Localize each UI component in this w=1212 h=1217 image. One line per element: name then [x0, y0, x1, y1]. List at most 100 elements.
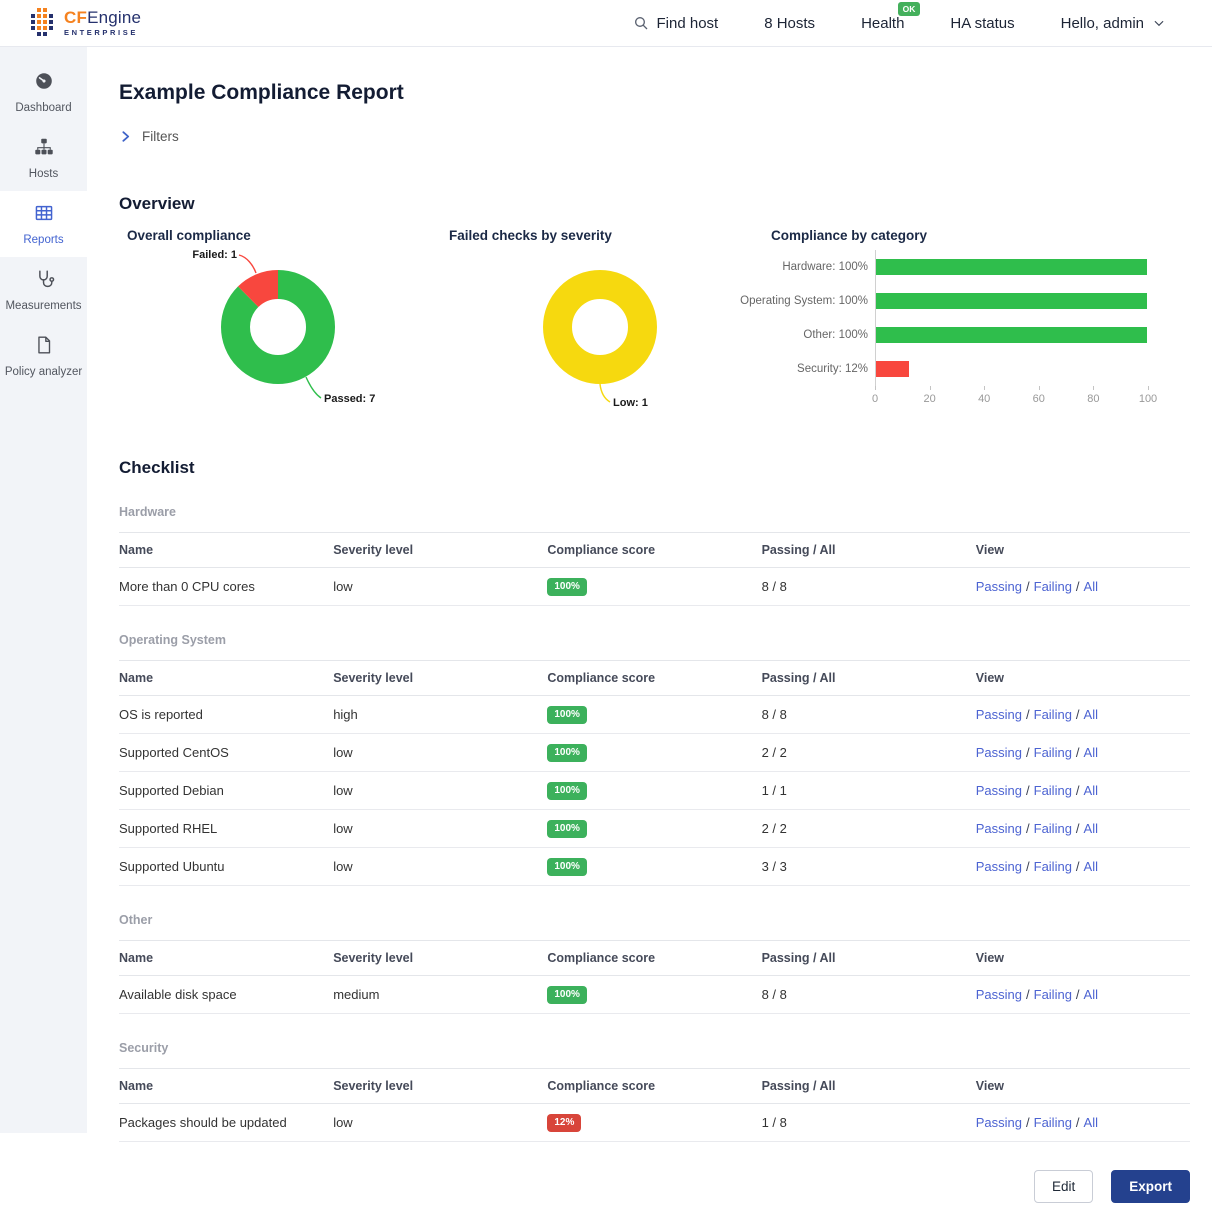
view-links: Passing/Failing/All: [976, 568, 1190, 606]
hosts-count-label: 8 Hosts: [764, 15, 815, 32]
check-name: Packages should be updated: [119, 1104, 333, 1142]
bar-security: [876, 361, 909, 377]
view-passing-link[interactable]: Passing: [976, 579, 1022, 594]
axis-tick-label: 60: [1033, 393, 1045, 405]
cfengine-logo[interactable]: CFEngine ENTERPRISE: [0, 7, 141, 39]
view-separator: /: [1026, 707, 1030, 722]
view-links: Passing/Failing/All: [976, 976, 1190, 1014]
view-failing-link[interactable]: Failing: [1034, 745, 1072, 760]
view-separator: /: [1026, 1115, 1030, 1130]
hosts-count-link[interactable]: 8 Hosts: [764, 15, 815, 32]
sidebar-item-label: Measurements: [5, 300, 81, 312]
chart-title: Failed checks by severity: [441, 228, 763, 246]
sidebar-item-hosts[interactable]: Hosts: [0, 125, 87, 191]
view-failing-link[interactable]: Failing: [1034, 707, 1072, 722]
passing-all: 2 / 2: [762, 810, 976, 848]
column-header-severity: Severity level: [333, 1069, 547, 1104]
column-header-name: Name: [119, 661, 333, 696]
chart-title: Overall compliance: [119, 228, 441, 246]
severity-level: low: [333, 848, 547, 886]
health-link[interactable]: Health OK: [861, 15, 904, 32]
view-passing-link[interactable]: Passing: [976, 783, 1022, 798]
view-failing-link[interactable]: Failing: [1034, 579, 1072, 594]
sidebar-item-label: Reports: [23, 234, 63, 246]
compliance-score-cell: 100%: [547, 734, 761, 772]
view-passing-link[interactable]: Passing: [976, 1115, 1022, 1130]
bar-hardware: [876, 259, 1147, 275]
reports-icon: [33, 202, 55, 227]
checklist-table: Name Severity level Compliance score Pas…: [119, 1068, 1190, 1142]
bar-category-labels: Hardware: 100%Operating System: 100%Othe…: [763, 250, 875, 386]
bar-track: [876, 250, 1147, 284]
passed-annotation: Passed: 7: [324, 393, 375, 405]
column-header-score: Compliance score: [547, 1069, 761, 1104]
passing-all: 2 / 2: [762, 734, 976, 772]
charts-row: Overall compliance Failed: 1 Passed: 7 F…: [119, 228, 1190, 418]
low-leader-line: [600, 384, 610, 402]
table-row: Supported RHELlow100%2 / 2Passing/Failin…: [119, 810, 1190, 848]
passing-all: 1 / 1: [762, 772, 976, 810]
view-all-link[interactable]: All: [1084, 579, 1098, 594]
bar-category-label: Other: 100%: [763, 318, 875, 352]
sidebar-item-policy-analyzer[interactable]: Policy analyzer: [0, 323, 87, 389]
top-nav: Find host 8 Hosts Health OK HA status He…: [633, 15, 1212, 32]
severity-level: high: [333, 696, 547, 734]
table-row: Supported CentOSlow100%2 / 2Passing/Fail…: [119, 734, 1190, 772]
view-passing-link[interactable]: Passing: [976, 821, 1022, 836]
view-failing-link[interactable]: Failing: [1034, 783, 1072, 798]
view-failing-link[interactable]: Failing: [1034, 821, 1072, 836]
failed-checks-chart: Failed checks by severity Low: 1: [441, 228, 763, 418]
severity-level: low: [333, 568, 547, 606]
find-host-button[interactable]: Find host: [633, 15, 719, 32]
view-failing-link[interactable]: Failing: [1034, 1115, 1072, 1130]
column-header-name: Name: [119, 941, 333, 976]
view-failing-link[interactable]: Failing: [1034, 859, 1072, 874]
view-all-link[interactable]: All: [1084, 1115, 1098, 1130]
view-all-link[interactable]: All: [1084, 783, 1098, 798]
sidebar-item-measurements[interactable]: Measurements: [0, 257, 87, 323]
filters-toggle[interactable]: Filters: [119, 129, 229, 144]
export-button[interactable]: Export: [1111, 1170, 1190, 1203]
page-title: Example Compliance Report: [119, 81, 1190, 105]
passing-all: 8 / 8: [762, 696, 976, 734]
view-passing-link[interactable]: Passing: [976, 859, 1022, 874]
view-passing-link[interactable]: Passing: [976, 745, 1022, 760]
view-all-link[interactable]: All: [1084, 745, 1098, 760]
column-header-passing: Passing / All: [762, 941, 976, 976]
ha-status-label: HA status: [950, 15, 1014, 32]
view-all-link[interactable]: All: [1084, 859, 1098, 874]
sidebar-item-dashboard[interactable]: Dashboard: [0, 59, 87, 125]
brand-name: Engine: [87, 8, 141, 27]
severity-level: low: [333, 1104, 547, 1142]
section-label: Security: [119, 1041, 1190, 1055]
view-passing-link[interactable]: Passing: [976, 707, 1022, 722]
view-all-link[interactable]: All: [1084, 821, 1098, 836]
compliance-score-cell: 100%: [547, 976, 761, 1014]
view-all-link[interactable]: All: [1084, 707, 1098, 722]
checklist-heading: Checklist: [119, 458, 1190, 478]
top-bar: CFEngine ENTERPRISE Find host 8 Hosts He…: [0, 0, 1212, 47]
table-row: Packages should be updatedlow12%1 / 8Pas…: [119, 1104, 1190, 1142]
compliance-score-badge: 100%: [547, 858, 587, 876]
view-passing-link[interactable]: Passing: [976, 987, 1022, 1002]
edit-button[interactable]: Edit: [1034, 1170, 1093, 1203]
table-row: Supported Ubuntulow100%3 / 3Passing/Fail…: [119, 848, 1190, 886]
user-greeting-label: Hello, admin: [1061, 15, 1144, 32]
column-header-severity: Severity level: [333, 661, 547, 696]
bar-operating-system: [876, 293, 1147, 309]
view-links: Passing/Failing/All: [976, 848, 1190, 886]
failed-leader-line: [239, 255, 256, 273]
view-separator: /: [1076, 987, 1080, 1002]
severity-level: low: [333, 734, 547, 772]
table-header-row: Name Severity level Compliance score Pas…: [119, 533, 1190, 568]
axis-tick-mark: [1093, 386, 1094, 390]
user-menu[interactable]: Hello, admin: [1061, 15, 1166, 32]
sidebar-item-reports[interactable]: Reports: [0, 191, 87, 257]
view-links: Passing/Failing/All: [976, 810, 1190, 848]
view-links: Passing/Failing/All: [976, 772, 1190, 810]
ha-status-link[interactable]: HA status: [950, 15, 1014, 32]
view-all-link[interactable]: All: [1084, 987, 1098, 1002]
severity-level: low: [333, 810, 547, 848]
checklist-section-hardware: Hardware Name Severity level Compliance …: [119, 505, 1190, 606]
view-failing-link[interactable]: Failing: [1034, 987, 1072, 1002]
